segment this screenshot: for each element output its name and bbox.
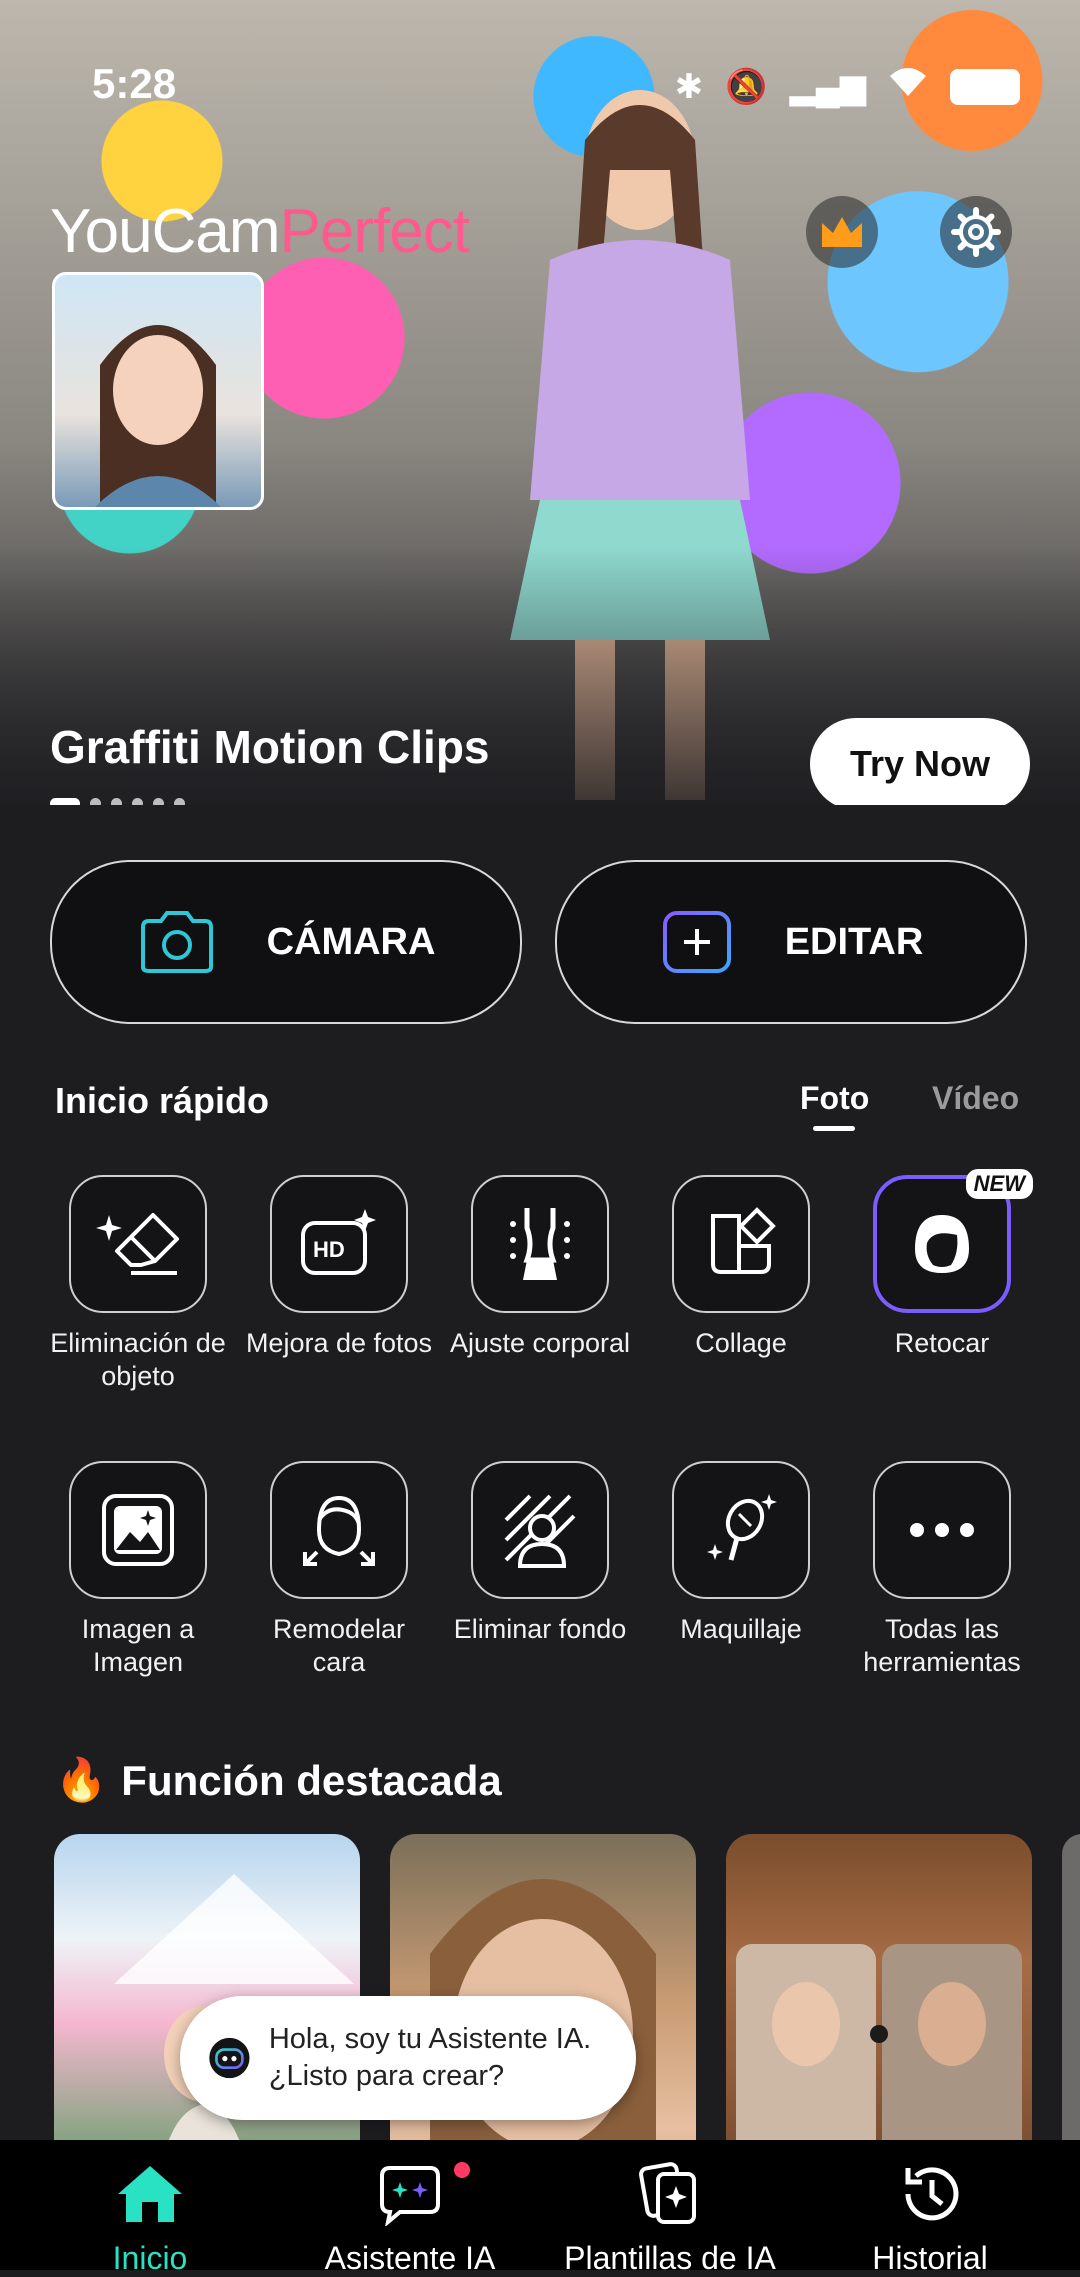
carousel-dot <box>153 798 164 805</box>
nav-item-plantillas-ia[interactable]: Plantillas de IA <box>535 2140 805 2276</box>
ai-assistant-bubble[interactable]: Hola, soy tu Asistente IA. ¿Listo para c… <box>180 1996 636 2120</box>
tool-label: Retocar <box>894 1328 990 1358</box>
carousel-dot <box>111 798 122 805</box>
active-tab-indicator <box>813 1126 855 1131</box>
tool-all-tools[interactable]: Todas las herramientas <box>847 1461 1037 1679</box>
tool-label: Eliminar fondo <box>453 1614 627 1644</box>
new-badge: NEW <box>965 1169 1033 1199</box>
crown-icon <box>822 217 862 247</box>
face-retouch-icon: NEW <box>873 1169 1033 1313</box>
status-icons: ✱ 🔕 ▂▄▆ <box>675 66 1020 107</box>
tool-image-to-image[interactable]: Imagen a Imagen <box>43 1461 233 1679</box>
edit-label: EDITAR <box>784 920 924 963</box>
gear-icon <box>951 207 1001 257</box>
tool-remove-background[interactable]: Eliminar fondo <box>445 1461 635 1646</box>
nav-item-inicio[interactable]: Inicio <box>15 2140 285 2276</box>
carousel-dot <box>50 798 80 805</box>
more-icon <box>873 1461 1011 1599</box>
status-bar: 5:28 ✱ 🔕 ▂▄▆ <box>0 60 1080 116</box>
carousel-dot <box>90 798 101 805</box>
quick-start-title: Inicio rápido <box>55 1080 270 1121</box>
tab-video[interactable]: Vídeo <box>932 1080 1019 1117</box>
tool-makeup[interactable]: Maquillaje <box>646 1461 836 1646</box>
hd-enhance-icon: HD <box>270 1175 408 1313</box>
hero-title: Graffiti Motion Clips <box>50 721 490 773</box>
tool-label: Todas las herramientas <box>863 1614 1021 1677</box>
tool-retouch[interactable]: NEW Retocar <box>847 1169 1037 1360</box>
tool-label: Ajuste corporal <box>449 1328 631 1358</box>
image-to-image-icon <box>69 1461 207 1599</box>
notification-dot <box>454 2162 470 2178</box>
carousel-indicator <box>50 798 185 805</box>
brand-logo: YouCamPerfect <box>50 197 470 266</box>
edit-button[interactable]: EDITAR <box>555 860 1027 1024</box>
signal-icon: ▂▄▆ <box>789 67 866 106</box>
nav-item-historial[interactable]: Historial <box>795 2140 1065 2276</box>
mute-icon: 🔕 <box>725 67 768 106</box>
tool-label: Collage <box>695 1328 787 1358</box>
try-now-button[interactable]: Try Now <box>810 718 1030 805</box>
add-photo-icon <box>662 911 731 973</box>
svg-text:HD: HD <box>313 1237 345 1262</box>
makeup-icon <box>672 1461 810 1599</box>
collage-icon <box>672 1175 810 1313</box>
camera-label: CÁMARA <box>266 920 436 963</box>
camera-button[interactable]: CÁMARA <box>50 860 522 1024</box>
face-reshape-icon <box>270 1461 408 1599</box>
assistant-message: Hola, soy tu Asistente IA. ¿Listo para c… <box>268 2023 592 2092</box>
premium-button[interactable] <box>806 196 878 268</box>
history-icon <box>905 2167 959 2221</box>
magic-eraser-icon <box>69 1175 207 1313</box>
hero-banner[interactable]: 5:28 ✱ 🔕 ▂▄▆ YouCamPerfect Graffiti Moti… <box>0 0 1080 805</box>
home-icon <box>118 2166 182 2222</box>
tool-label: Eliminación de objeto <box>50 1328 226 1391</box>
nav-label: Asistente IA <box>324 2240 496 2276</box>
tool-label: Mejora de fotos <box>245 1328 433 1358</box>
bluetooth-icon: ✱ <box>674 67 704 106</box>
body-shape-icon <box>471 1175 609 1313</box>
nav-label: Inicio <box>112 2240 188 2276</box>
nav-label: Historial <box>872 2240 988 2276</box>
wifi-icon <box>888 66 928 107</box>
remove-background-icon <box>471 1461 609 1599</box>
carousel-dot <box>132 798 143 805</box>
original-photo-thumbnail <box>52 272 264 510</box>
tool-label: Imagen a Imagen <box>81 1614 195 1677</box>
featured-section-title: 🔥 Función destacada <box>55 1756 502 1805</box>
tool-body-adjust[interactable]: Ajuste corporal <box>445 1175 635 1360</box>
tool-label: Maquillaje <box>680 1614 802 1644</box>
tool-photo-enhance[interactable]: HD Mejora de fotos <box>244 1175 434 1360</box>
tool-face-reshape[interactable]: Remodelar cara <box>244 1461 434 1679</box>
status-time: 5:28 <box>92 60 177 107</box>
bottom-navigation: Inicio Asistente IA Plantillas de IA His… <box>0 2140 1080 2276</box>
fire-icon: 🔥 <box>55 1756 108 1803</box>
nav-label: Plantillas de IA <box>564 2240 776 2276</box>
ai-assistant-icon <box>380 2166 440 2226</box>
tab-foto[interactable]: Foto <box>800 1080 869 1117</box>
featured-title-text: Función destacada <box>121 1756 502 1804</box>
robot-icon <box>209 2037 250 2079</box>
ai-templates-icon <box>639 2162 696 2224</box>
settings-button[interactable] <box>940 196 1012 268</box>
camera-icon <box>140 911 213 973</box>
tool-label: Remodelar cara <box>272 1614 406 1677</box>
tool-object-removal[interactable]: Eliminación de objeto <box>43 1175 233 1393</box>
tool-collage[interactable]: Collage <box>646 1175 836 1360</box>
battery-icon <box>950 68 1020 105</box>
carousel-dot <box>174 798 185 805</box>
nav-item-asistente-ia[interactable]: Asistente IA <box>275 2140 545 2276</box>
